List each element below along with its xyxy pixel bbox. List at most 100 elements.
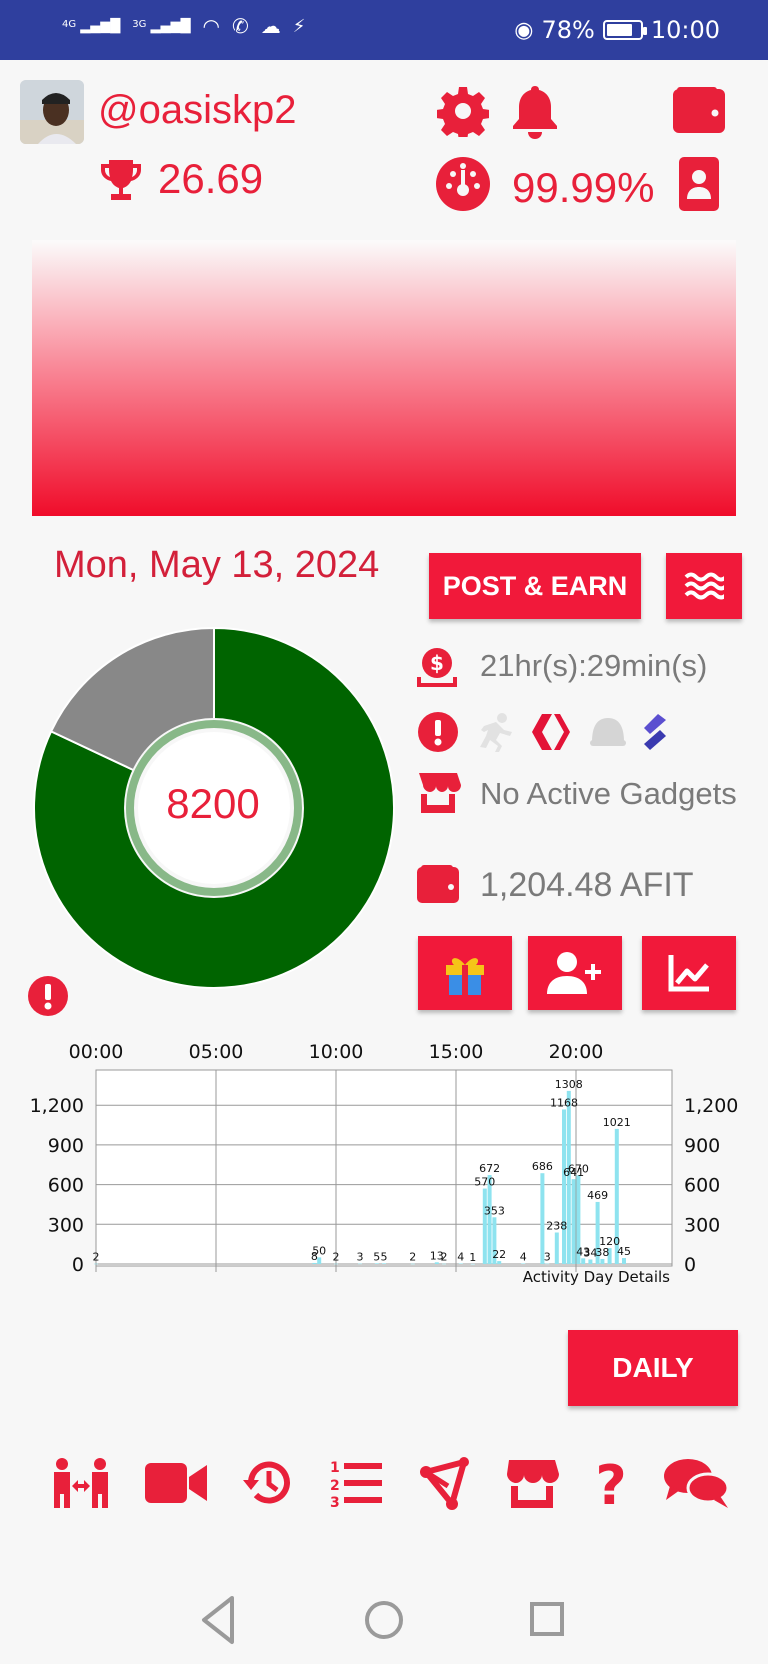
video-icon <box>145 1462 208 1503</box>
waves-menu-icon <box>684 572 724 600</box>
runner-icon <box>480 713 512 752</box>
id-card-button[interactable] <box>678 156 720 212</box>
bar-value-label: 670 <box>568 1162 589 1175</box>
bar-value-label: 1021 <box>603 1116 631 1129</box>
chat-button[interactable] <box>662 1456 730 1515</box>
wallet-top-button[interactable] <box>670 84 728 136</box>
bar-value-label: 2 <box>441 1251 448 1264</box>
y-tick-label-left: 0 <box>72 1254 84 1276</box>
activity-chart[interactable]: 2 8 50 2 3 5 5 2 13 2 4 1 570 672 353 22 4 686 3 238 1168 130… <box>0 1030 768 1295</box>
svg-text:1: 1 <box>330 1460 340 1476</box>
alert-icon <box>28 976 68 1016</box>
friends-button[interactable] <box>50 1456 112 1515</box>
money-icon: $ <box>414 644 460 690</box>
status-right: ◉ 78% 10:00 <box>514 16 720 44</box>
stats-button[interactable] <box>642 936 736 1010</box>
blurt-icon <box>644 714 666 750</box>
menu-button[interactable] <box>666 553 742 619</box>
marketplace-button[interactable] <box>505 1456 560 1515</box>
recents-nav-icon[interactable] <box>530 1602 564 1636</box>
post-earn-button[interactable]: POST & EARN <box>429 553 641 619</box>
bar-value-label: 3 <box>357 1251 364 1264</box>
help-button[interactable]: ? <box>593 1454 629 1517</box>
trophy-value: 26.69 <box>158 155 264 202</box>
bar-value-label: 22 <box>492 1248 506 1261</box>
helmet-icon <box>590 718 626 746</box>
y-tick-label-left: 600 <box>48 1175 84 1197</box>
status-bar: 4G ▂▄▆█ 3G ▂▄▆█ ◠ ✆ ☁ ⚡ ◉ 78% 10:00 <box>0 0 768 60</box>
ring-alert-button[interactable] <box>26 974 70 1018</box>
bar-value-label: 238 <box>546 1220 567 1233</box>
chart-bar <box>382 1263 386 1264</box>
alert-icon[interactable] <box>416 710 460 754</box>
store-icon[interactable] <box>414 770 462 816</box>
chart-bar <box>571 1179 576 1264</box>
y-tick-label-right: 0 <box>684 1254 696 1276</box>
gadgets-status: No Active Gadgets <box>480 776 737 811</box>
bar-value-label: 686 <box>532 1160 553 1173</box>
y-tick-label-right: 600 <box>684 1175 720 1197</box>
chart-bar <box>374 1263 379 1264</box>
chart-bar <box>334 1263 338 1265</box>
id-card-icon <box>679 157 719 211</box>
gift-button[interactable] <box>418 936 512 1010</box>
bar-value-label: 45 <box>617 1245 631 1258</box>
bar-value-label: 5 <box>381 1250 388 1263</box>
bar-value-label: 5 <box>373 1250 380 1263</box>
bar-value-label: 3 <box>544 1251 551 1264</box>
chat-icon <box>663 1458 730 1508</box>
platform-icons <box>474 710 674 754</box>
settings-button[interactable] <box>436 84 490 138</box>
wallet-icon <box>673 87 725 133</box>
step-count: 8200 <box>166 780 260 827</box>
signal-4g-icon: 4G ▂▄▆█ <box>62 18 121 34</box>
video-button[interactable] <box>145 1461 208 1510</box>
daily-button[interactable]: DAILY <box>568 1330 738 1406</box>
bar-value-label: 2 <box>409 1251 416 1264</box>
system-nav-bar <box>0 1580 768 1664</box>
chart-bar <box>312 1262 317 1264</box>
current-date: Mon, May 13, 2024 <box>54 544 380 586</box>
y-tick-label-left: 1,200 <box>30 1095 84 1117</box>
whatsapp-icon: ✆ <box>231 14 249 38</box>
chart-bar <box>470 1263 475 1265</box>
gauge-button[interactable] <box>434 155 492 213</box>
chart-bar <box>434 1262 439 1264</box>
gear-icon <box>437 87 489 137</box>
bar-value-label: 353 <box>484 1204 505 1217</box>
leaderboard-button[interactable]: 1 23 <box>328 1458 384 1513</box>
bar-value-label: 1 <box>469 1251 476 1264</box>
x-tick-label: 00:00 <box>69 1041 124 1063</box>
username[interactable]: @oasiskp2 <box>98 88 296 133</box>
chart-bar <box>94 1263 98 1265</box>
bar-value-label: 50 <box>312 1244 326 1257</box>
bar-value-label: 1308 <box>555 1078 583 1091</box>
marketplace-icon <box>507 1459 560 1508</box>
help-icon: ? <box>595 1454 626 1517</box>
chart-bar <box>588 1259 593 1264</box>
y-tick-label-left: 300 <box>48 1214 84 1236</box>
notifications-button[interactable] <box>508 82 562 142</box>
signal-3g-icon: 3G ▂▄▆█ <box>132 18 191 34</box>
chart-bar <box>458 1263 463 1264</box>
history-button[interactable] <box>241 1456 295 1515</box>
add-user-button[interactable] <box>528 936 622 1010</box>
chart-bar <box>410 1263 415 1265</box>
y-tick-label-right: 900 <box>684 1135 720 1157</box>
home-nav-icon[interactable] <box>365 1601 403 1639</box>
bar-value-label: 4 <box>520 1250 527 1263</box>
friends-icon <box>54 1457 108 1508</box>
gauge-icon <box>436 157 490 211</box>
svg-text:3: 3 <box>330 1495 340 1508</box>
efficiency-percent: 99.99% <box>512 164 655 211</box>
trophy-icon <box>96 155 146 205</box>
banner-ad[interactable] <box>32 240 736 516</box>
chart-bar <box>497 1261 502 1264</box>
share-button[interactable] <box>418 1456 472 1515</box>
back-nav-icon[interactable] <box>202 1596 234 1644</box>
chart-bar <box>600 1258 605 1264</box>
wallet-icon[interactable] <box>414 862 462 906</box>
avatar[interactable] <box>20 80 84 144</box>
bar-value-label: 469 <box>587 1189 608 1202</box>
battery-icon <box>602 20 647 40</box>
